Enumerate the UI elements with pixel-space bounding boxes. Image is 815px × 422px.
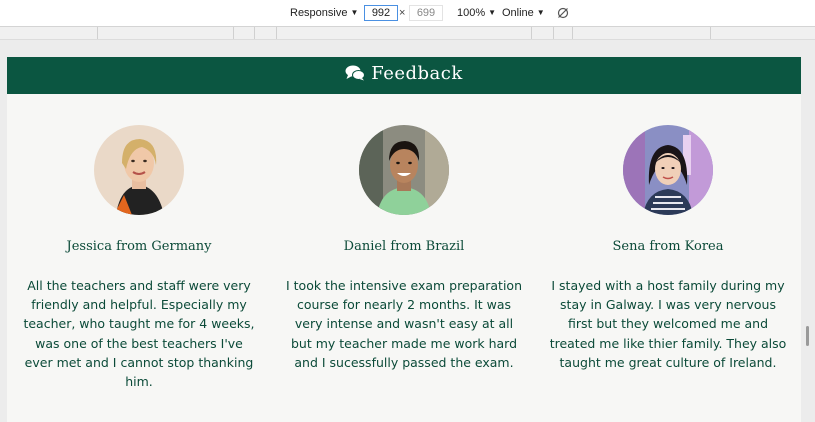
testimonial-card: Daniel from Brazil I took the intensive … (277, 125, 531, 372)
device-select[interactable]: Responsive ▼ (290, 7, 358, 19)
network-select[interactable]: Online ▼ (502, 7, 545, 19)
testimonial-name: Daniel from Brazil (343, 239, 465, 254)
zoom-select[interactable]: 100% ▼ (457, 7, 496, 19)
chevron-down-icon: ▼ (488, 8, 497, 17)
feedback-header: Feedback (7, 57, 801, 94)
avatar (623, 125, 713, 215)
testimonial-card: Jessica from Germany All the teachers an… (12, 125, 266, 391)
device-label: Responsive (290, 7, 348, 19)
height-input[interactable]: 699 (409, 5, 443, 21)
times-icon: × (399, 7, 406, 19)
rotate-icon[interactable] (557, 7, 569, 19)
avatar (94, 125, 184, 215)
testimonial-name: Sena from Korea (612, 239, 724, 254)
avatar (359, 125, 449, 215)
width-input[interactable]: 992 (364, 5, 398, 21)
testimonial-quote: I took the intensive exam preparation co… (285, 278, 523, 370)
resize-handle[interactable] (806, 326, 809, 346)
media-query-bar[interactable] (0, 27, 815, 40)
testimonial-quote: I stayed with a host family during my st… (549, 278, 787, 370)
comments-icon (345, 65, 366, 81)
chevron-down-icon: ▼ (536, 8, 545, 17)
testimonial-card: Sena from Korea I stayed with a host fam… (541, 125, 795, 372)
chevron-down-icon: ▼ (350, 8, 359, 17)
zoom-label: 100% (457, 7, 486, 19)
devtools-toolbar: Responsive ▼ 992 × 699 100% ▼ Online ▼ (0, 0, 815, 27)
network-label: Online (502, 7, 534, 19)
page-viewport: Feedback Jessica from Germany All the te… (7, 57, 801, 422)
section-title: Feedback (371, 63, 463, 84)
testimonial-quote: All the teachers and staff were very fri… (23, 278, 255, 390)
testimonial-name: Jessica from Germany (66, 239, 212, 254)
